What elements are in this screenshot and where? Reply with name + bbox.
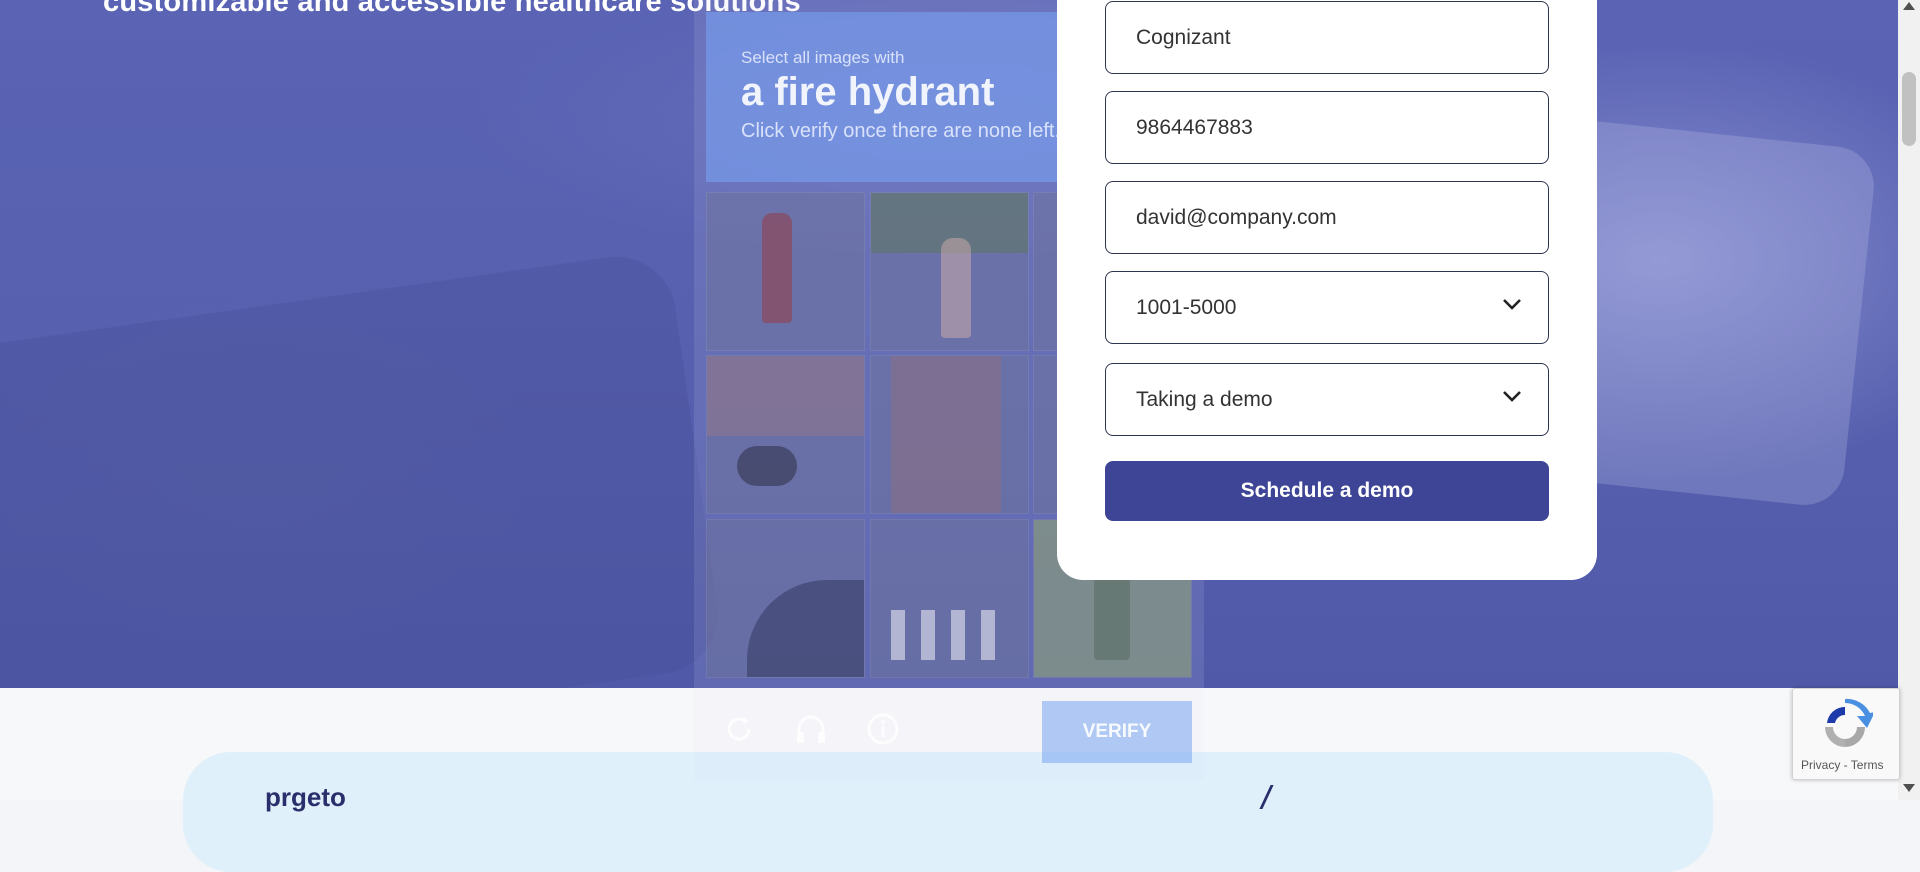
captcha-instruction: Click verify once there are none left. — [741, 120, 1061, 142]
company-size-value: 1001-5000 — [1136, 295, 1237, 319]
scrollbar-thumb[interactable] — [1902, 72, 1916, 146]
recaptcha-privacy-terms[interactable]: Privacy - Terms — [1801, 758, 1883, 772]
captcha-tile-crosswalk[interactable] — [870, 519, 1029, 678]
captcha-target: a fire hydrant — [741, 70, 995, 114]
headphones-icon[interactable] — [794, 712, 828, 746]
interest-value: Taking a demo — [1136, 387, 1273, 411]
phone-field[interactable]: 9864467883 — [1105, 91, 1549, 164]
captcha-tile-shop-front[interactable] — [870, 355, 1029, 514]
scroll-down-arrow-icon[interactable] — [1903, 784, 1915, 792]
hero-background-sofa — [0, 249, 726, 688]
info-icon[interactable] — [866, 712, 900, 746]
captcha-tile-hydrant-1[interactable] — [706, 192, 865, 351]
company-size-select[interactable]: 1001-5000 — [1105, 271, 1549, 344]
interest-select[interactable]: Taking a demo — [1105, 363, 1549, 436]
recaptcha-logo-icon — [1825, 698, 1873, 747]
verify-button[interactable]: VERIFY — [1042, 701, 1192, 763]
scroll-up-arrow-icon[interactable] — [1903, 2, 1915, 10]
chevron-down-icon — [1503, 391, 1521, 402]
chevron-down-icon — [1503, 299, 1521, 310]
email-field[interactable]: david@company.com — [1105, 181, 1549, 254]
captcha-tile-road-curve[interactable] — [706, 519, 865, 678]
bottom-brand-text: prgeto — [265, 782, 346, 812]
captcha-tile-hydrant-2[interactable] — [870, 192, 1029, 351]
captcha-tile-motorbikes[interactable] — [706, 355, 865, 514]
refresh-icon[interactable] — [722, 712, 756, 746]
captcha-prompt: Select all images with — [741, 48, 905, 67]
company-field[interactable]: Cognizant — [1105, 1, 1549, 74]
schedule-demo-button[interactable]: Schedule a demo — [1105, 461, 1549, 521]
